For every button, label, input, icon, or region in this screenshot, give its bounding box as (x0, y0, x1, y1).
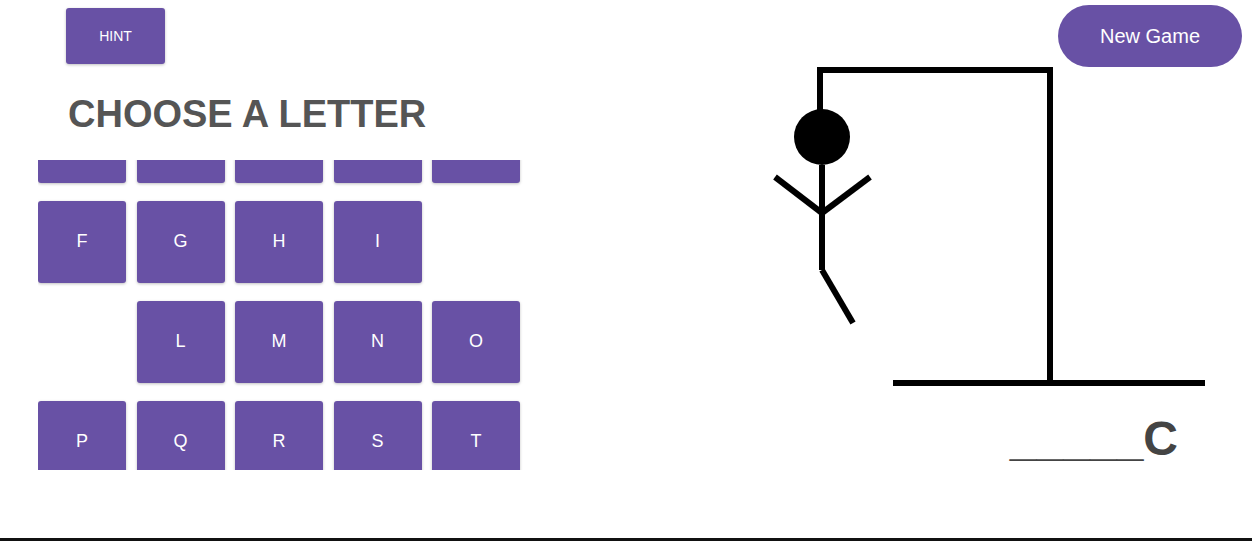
letter-key[interactable]: G (137, 201, 225, 283)
letter-key[interactable]: P (38, 401, 126, 470)
letter-panel: HINT CHOOSE A LETTER FGHI LMNO PQRST (0, 0, 662, 538)
letter-key[interactable]: I (334, 201, 422, 283)
figure-left-arm (775, 177, 822, 213)
letter-key[interactable]: N (334, 301, 422, 383)
hidden-word: _____C (1010, 411, 1178, 466)
figure-head (794, 109, 850, 165)
letter-key[interactable]: T (432, 401, 520, 470)
gallows-rope (817, 67, 823, 112)
game-panel: New Game _____C (700, 0, 1252, 538)
new-game-button[interactable]: New Game (1058, 5, 1242, 67)
letter-key[interactable]: M (235, 301, 323, 383)
letter-key[interactable]: O (432, 301, 520, 383)
letter-key[interactable] (432, 160, 520, 183)
letter-key[interactable] (38, 160, 126, 183)
hint-button[interactable]: HINT (66, 8, 165, 64)
letter-grid[interactable]: FGHI LMNO PQRST (38, 160, 524, 470)
choose-heading: CHOOSE A LETTER (68, 92, 426, 138)
figure-right-arm (822, 177, 870, 213)
letter-key[interactable]: L (137, 301, 225, 383)
gallows-beam (817, 67, 1053, 73)
letter-key[interactable]: H (235, 201, 323, 283)
letter-key[interactable]: Q (137, 401, 225, 470)
gallows-post (1047, 67, 1053, 383)
gallows-base (893, 380, 1205, 386)
letter-key[interactable]: R (235, 401, 323, 470)
figure-right-leg (822, 270, 853, 323)
hangman-screen: HINT CHOOSE A LETTER FGHI LMNO PQRST New Game… (0, 0, 1252, 541)
letter-key[interactable] (334, 160, 422, 183)
gallows-drawing (700, 67, 1252, 397)
letter-key[interactable] (137, 160, 225, 183)
letter-key[interactable]: S (334, 401, 422, 470)
letter-key[interactable] (235, 160, 323, 183)
figure-body (819, 165, 825, 270)
letter-key[interactable]: F (38, 201, 126, 283)
